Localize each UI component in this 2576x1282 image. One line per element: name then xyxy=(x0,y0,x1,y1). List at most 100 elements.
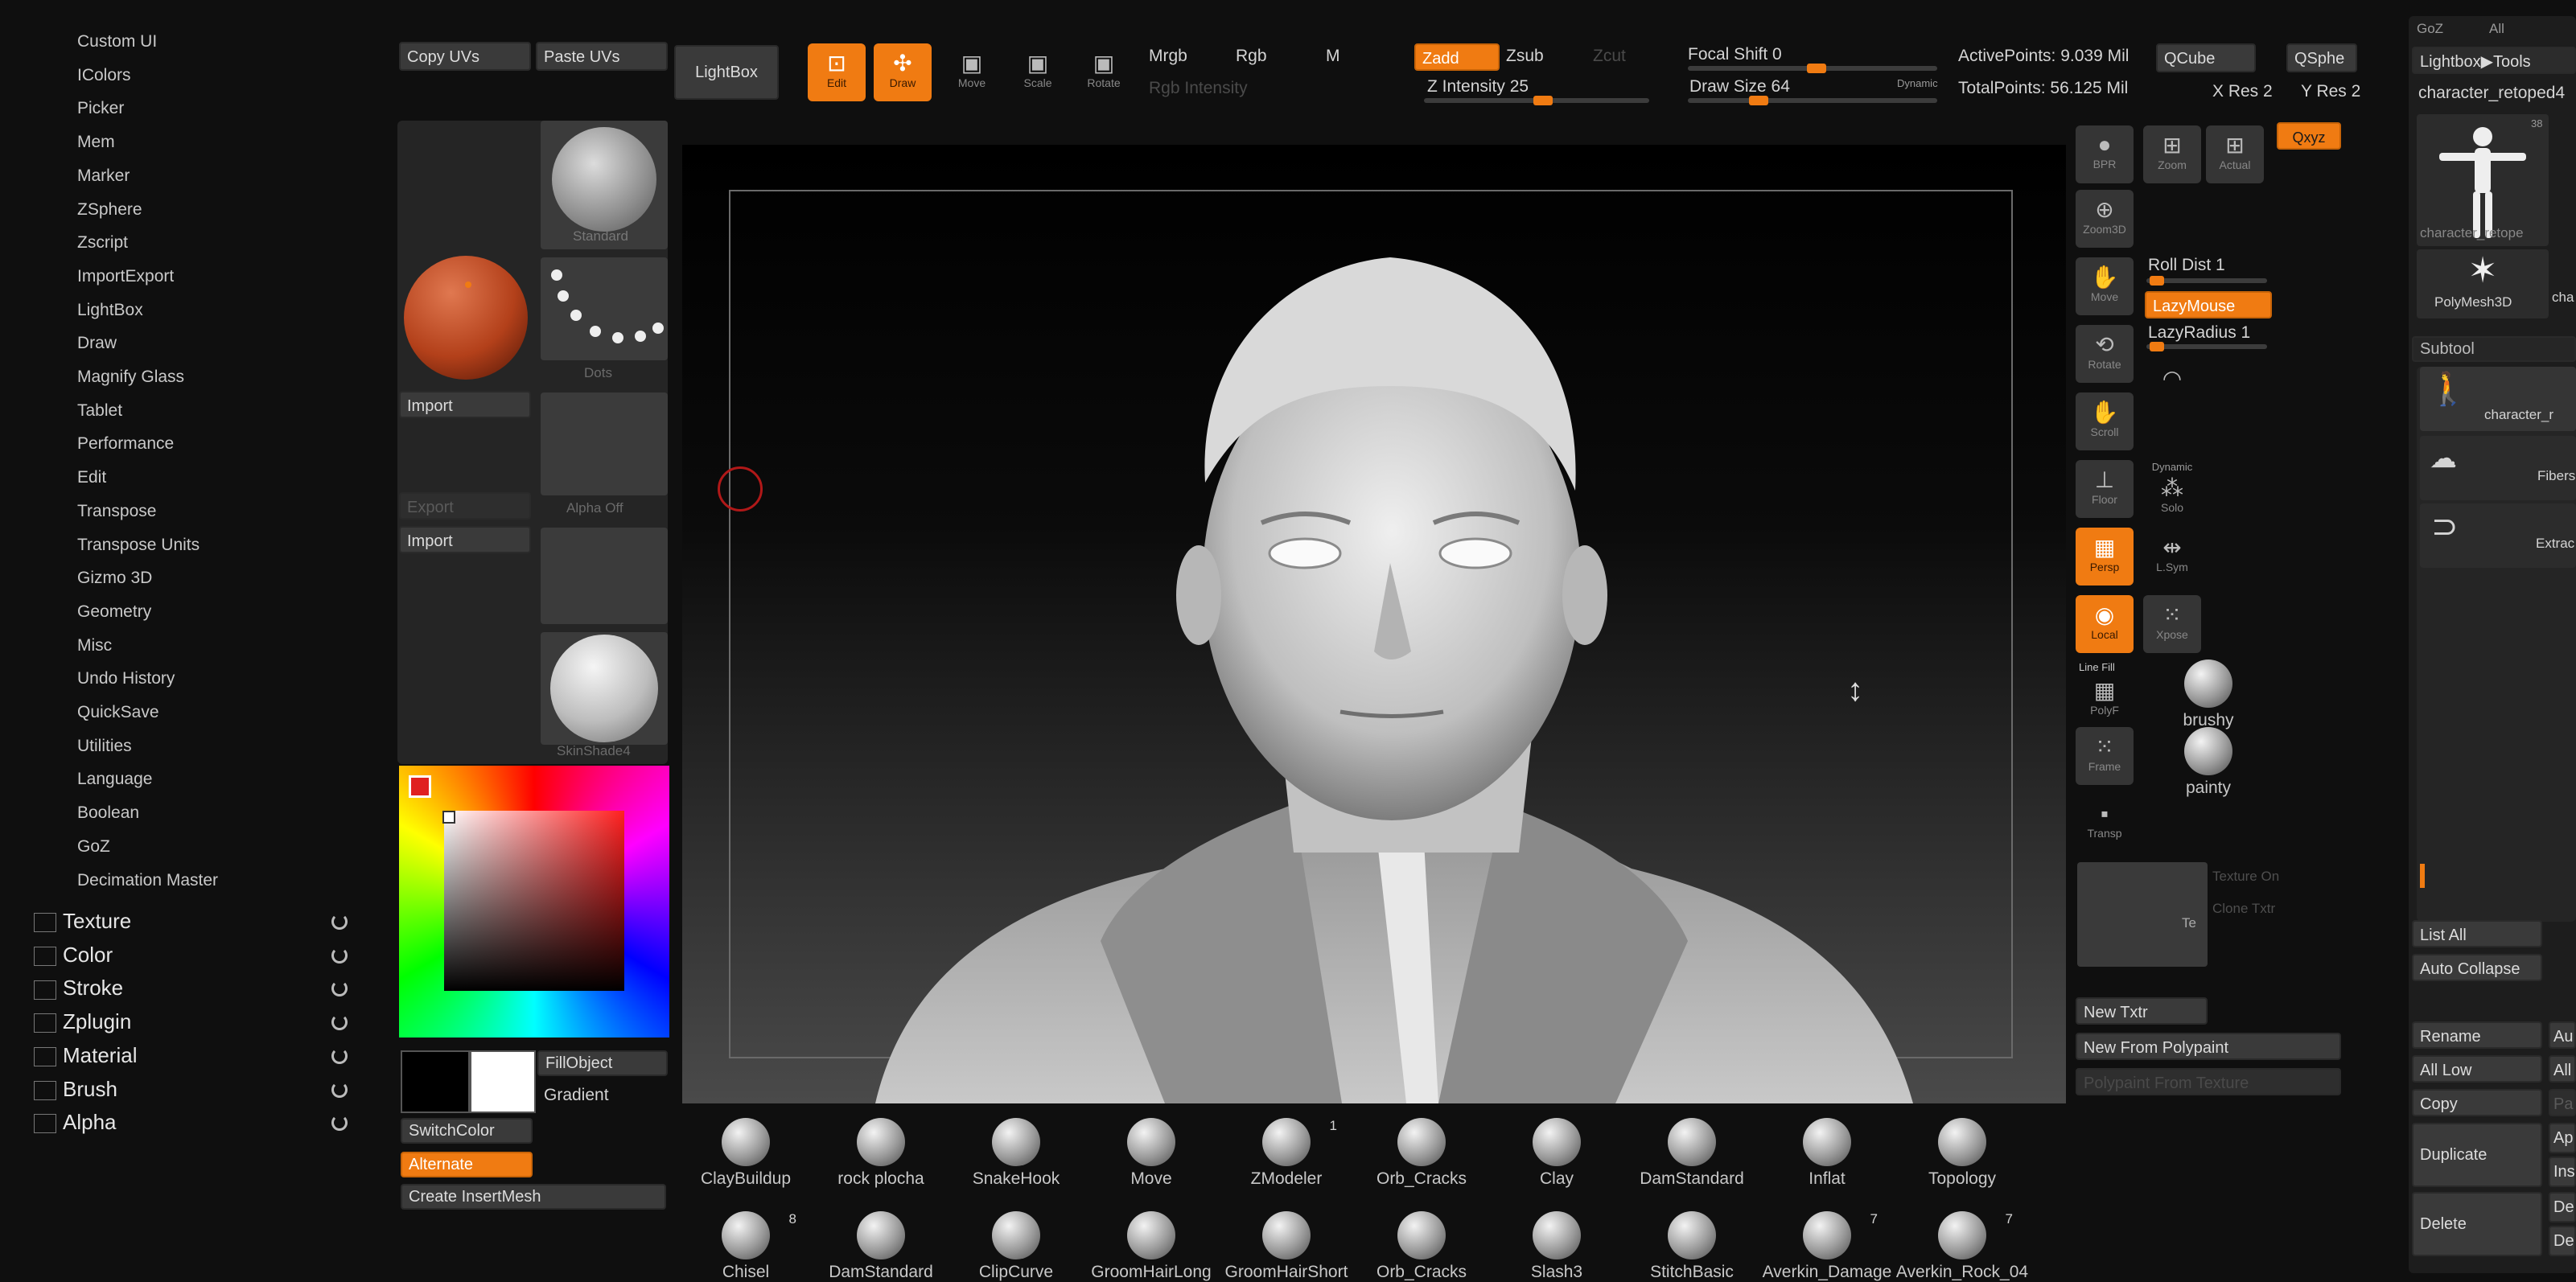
zsub-button[interactable]: Zsub xyxy=(1506,47,1544,66)
subtool-scroll-icon[interactable] xyxy=(2420,864,2425,888)
menu-item[interactable]: Edit xyxy=(77,468,106,487)
floor-button[interactable]: ⊥ Floor xyxy=(2076,460,2134,518)
lazyradius-slider[interactable]: LazyRadius 1 xyxy=(2148,323,2250,343)
import-button-2[interactable]: Import xyxy=(399,526,531,553)
palette-material[interactable]: Material xyxy=(34,1043,137,1068)
export-button[interactable]: Export xyxy=(399,492,531,520)
menu-item[interactable]: Language xyxy=(77,770,152,789)
copy-button[interactable]: Copy xyxy=(2412,1089,2542,1116)
brush-slot[interactable]: Clay xyxy=(1488,1118,1625,1189)
color-picker-saturation-box[interactable] xyxy=(444,811,624,991)
brush-slot[interactable]: Orb_Cracks xyxy=(1353,1211,1490,1282)
refresh-icon[interactable] xyxy=(331,947,348,964)
gradient-toggle[interactable]: Gradient xyxy=(544,1086,609,1105)
palette-color[interactable]: Color xyxy=(34,943,113,968)
subtool-item-3[interactable]: ⊃ Extrac xyxy=(2420,503,2576,568)
bpr-button[interactable]: ● BPR xyxy=(2076,125,2134,183)
zoom3d-button[interactable]: ⊕ Zoom3D xyxy=(2076,190,2134,248)
append-button[interactable]: Ap xyxy=(2549,1123,2576,1153)
edit-mode-button[interactable]: ⊡ Edit xyxy=(808,43,866,101)
delete-button[interactable]: Delete xyxy=(2412,1192,2542,1256)
palette-brush[interactable]: Brush xyxy=(34,1077,117,1102)
brush-slot[interactable]: StitchBasic xyxy=(1623,1211,1760,1282)
polymesh3d-thumbnail[interactable]: ✶ PolyMesh3D xyxy=(2417,249,2549,318)
menu-item[interactable]: Mem xyxy=(77,133,115,152)
xpose-button[interactable]: ⁙ Xpose xyxy=(2143,595,2201,653)
local-button[interactable]: ◉ Local xyxy=(2076,595,2134,653)
list-all-button[interactable]: List All xyxy=(2412,920,2542,947)
paste-uvs-button[interactable]: Paste UVs xyxy=(536,42,668,71)
brush-slot[interactable]: Inflat xyxy=(1759,1118,1895,1189)
rgb-button[interactable]: Rgb xyxy=(1236,47,1267,66)
menu-item[interactable]: Draw xyxy=(77,334,117,353)
solo-button[interactable]: Dynamic ⁂ Solo xyxy=(2143,460,2201,518)
menu-item[interactable]: QuickSave xyxy=(77,703,159,722)
palette-zplugin[interactable]: Zplugin xyxy=(34,1009,131,1034)
roll-dist-slider[interactable]: Roll Dist 1 xyxy=(2148,256,2225,275)
menu-item[interactable]: Boolean xyxy=(77,803,139,823)
alternate-button[interactable]: Alternate xyxy=(401,1152,533,1177)
rotate-mode-button[interactable]: ▣ Rotate xyxy=(1075,43,1133,101)
texture-thumbnail[interactable] xyxy=(541,528,668,624)
menu-item[interactable]: Misc xyxy=(77,636,112,655)
zcut-button[interactable]: Zcut xyxy=(1593,47,1626,66)
menu-item[interactable]: Transpose xyxy=(77,502,156,521)
lazymouse-button[interactable]: LazyMouse xyxy=(2145,291,2272,318)
menu-item[interactable]: Tablet xyxy=(77,401,122,421)
brush-slot[interactable]: DamStandard xyxy=(1623,1118,1760,1189)
rotate-view-button[interactable]: ⟲ Rotate xyxy=(2076,325,2134,383)
refresh-icon[interactable] xyxy=(331,914,348,930)
dynamic-toggle[interactable]: Dynamic xyxy=(1897,77,1938,89)
stroke-thumbnail[interactable] xyxy=(541,257,668,360)
menu-item[interactable]: Decimation Master xyxy=(77,871,218,890)
menu-item[interactable]: Transpose Units xyxy=(77,536,200,555)
brush-slot[interactable]: DamStandard xyxy=(813,1211,949,1282)
brush-slot[interactable]: SnakeHook xyxy=(948,1118,1084,1189)
alpha-thumbnail[interactable] xyxy=(541,392,668,495)
z-intensity-track[interactable] xyxy=(1424,96,1649,105)
brush-slot[interactable]: GroomHairLong xyxy=(1083,1211,1220,1282)
del-other-button[interactable]: De xyxy=(2549,1192,2576,1222)
import-button-1[interactable]: Import xyxy=(399,391,531,418)
zoom-button[interactable]: ⊞ Zoom xyxy=(2143,125,2201,183)
scale-mode-button[interactable]: ▣ Scale xyxy=(1009,43,1067,101)
actual-button[interactable]: ⊞ Actual xyxy=(2206,125,2264,183)
paste-button[interactable]: Pa xyxy=(2549,1089,2576,1116)
del-all-button[interactable]: De xyxy=(2549,1226,2576,1256)
new-txtr-button[interactable]: New Txtr xyxy=(2076,997,2208,1025)
palette-texture[interactable]: Texture xyxy=(34,909,131,934)
y-res-slider[interactable]: Y Res 2 xyxy=(2301,82,2360,101)
material-sphere[interactable] xyxy=(404,256,528,380)
move-view-button[interactable]: ✋ Move xyxy=(2076,257,2134,315)
refresh-icon[interactable] xyxy=(331,1014,348,1031)
polypaint-from-texture-button[interactable]: Polypaint From Texture xyxy=(2076,1068,2341,1095)
brush-slot[interactable]: Averkin_Damage 7 xyxy=(1759,1211,1895,1282)
refresh-icon[interactable] xyxy=(331,1115,348,1132)
brush-slot[interactable]: ZModeler 1 xyxy=(1218,1118,1355,1189)
texture-on-toggle[interactable]: Texture On xyxy=(2212,869,2279,885)
canvas-viewport[interactable]: ↕ xyxy=(682,145,2066,1103)
switch-color-button[interactable]: SwitchColor xyxy=(401,1118,533,1144)
polyf-button[interactable]: ▦ PolyF xyxy=(2076,671,2134,719)
texture-preview[interactable] xyxy=(2077,862,2208,967)
focal-shift-track[interactable] xyxy=(1688,64,1937,73)
rgb-intensity-slider[interactable]: Rgb Intensity xyxy=(1149,79,1248,98)
menu-item[interactable]: Gizmo 3D xyxy=(77,569,152,588)
lazyradius-track[interactable] xyxy=(2146,342,2267,351)
goz-all-button[interactable]: All xyxy=(2489,21,2504,37)
menu-item[interactable]: Zscript xyxy=(77,233,128,253)
refresh-icon[interactable] xyxy=(331,1081,348,1098)
frame-button[interactable]: ⁙ Frame xyxy=(2076,727,2134,785)
brush-slot[interactable]: GroomHairShort xyxy=(1218,1211,1355,1282)
auto-collapse-button[interactable]: Auto Collapse xyxy=(2412,954,2542,981)
all-high-button[interactable]: All xyxy=(2549,1055,2576,1083)
palette-stroke[interactable]: Stroke xyxy=(34,976,123,1001)
draw-mode-button[interactable]: ✣ Draw xyxy=(874,43,932,101)
refresh-icon[interactable] xyxy=(331,1047,348,1064)
menu-item[interactable]: Geometry xyxy=(77,602,151,622)
qcube-button[interactable]: QCube xyxy=(2156,43,2256,72)
scroll-view-button[interactable]: ✋ Scroll xyxy=(2076,392,2134,450)
new-from-polypaint-button[interactable]: New From Polypaint xyxy=(2076,1033,2341,1060)
duplicate-button[interactable]: Duplicate xyxy=(2412,1123,2542,1187)
brush-slot[interactable]: Chisel 8 xyxy=(677,1211,814,1282)
